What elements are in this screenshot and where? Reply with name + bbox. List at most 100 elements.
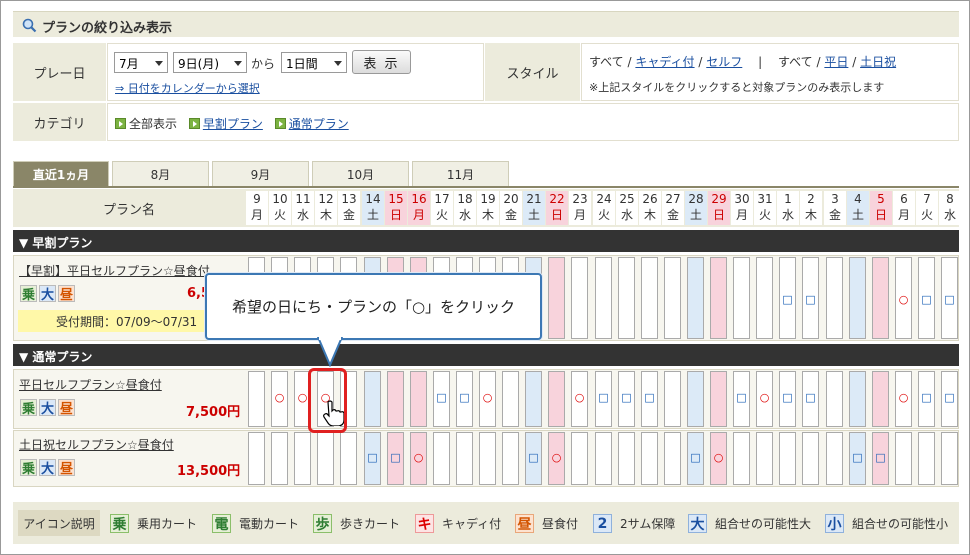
style-self-link[interactable]: セルフ bbox=[706, 55, 742, 69]
duration-select[interactable]: 1日間 bbox=[281, 52, 347, 73]
day-number: 1 bbox=[784, 192, 792, 206]
day-number: 13 bbox=[341, 192, 357, 206]
available-circle[interactable]: ○ bbox=[895, 391, 912, 404]
day-number: 14 bbox=[365, 192, 381, 206]
few-left-square[interactable]: □ bbox=[918, 391, 935, 404]
day-header: 3金 bbox=[824, 191, 846, 225]
tab-aug[interactable]: 8月 bbox=[112, 161, 209, 187]
day-header: 9月 bbox=[246, 191, 268, 225]
day-cell bbox=[387, 371, 404, 427]
legend-label: 2サム保障 bbox=[620, 517, 676, 531]
legend-label: 組合せの可能性大 bbox=[715, 517, 812, 531]
calendar-link[interactable]: ⇒ 日付をカレンダーから選択 bbox=[115, 80, 260, 96]
cat-all-link[interactable]: 全部表示 bbox=[129, 117, 177, 131]
few-left-square[interactable]: □ bbox=[525, 451, 542, 464]
day-header: 13 金 bbox=[338, 191, 360, 225]
day-cell bbox=[410, 371, 427, 427]
arrow-icon bbox=[274, 118, 286, 129]
few-left-square[interactable]: □ bbox=[802, 391, 819, 404]
few-left-square[interactable]: □ bbox=[733, 391, 750, 404]
day-cell bbox=[479, 432, 496, 485]
legend-label: 昼食付 bbox=[542, 517, 579, 531]
cat-normal-link[interactable]: 通常プラン bbox=[289, 117, 349, 131]
day-cell bbox=[364, 371, 381, 427]
style-caddie-link[interactable]: キャディ付 bbox=[635, 55, 694, 69]
legend-item: 歩歩きカート bbox=[313, 514, 400, 533]
chevron-down-icon bbox=[155, 61, 163, 66]
plan-name-link[interactable]: 【早割】平日セルフプラン☆昼食付 bbox=[19, 262, 210, 279]
available-circle[interactable]: ○ bbox=[710, 451, 727, 464]
few-left-square[interactable]: □ bbox=[641, 391, 658, 404]
day-number: 31 bbox=[757, 192, 773, 206]
day-number: 24 bbox=[596, 192, 612, 206]
play-date-label: プレー日 bbox=[13, 43, 106, 101]
day-header: 11 水 bbox=[292, 191, 314, 225]
legend-item: 小組合せの可能性小 bbox=[825, 514, 948, 533]
few-left-square[interactable]: □ bbox=[595, 391, 612, 404]
tab-recent[interactable]: 直近1ヵ月 bbox=[13, 161, 109, 187]
few-left-square[interactable]: □ bbox=[872, 451, 889, 464]
available-circle[interactable]: ○ bbox=[410, 451, 427, 464]
weekday: 月 bbox=[735, 208, 748, 222]
from-text: から bbox=[251, 57, 276, 71]
day-cell bbox=[664, 257, 681, 339]
day-cell bbox=[802, 432, 819, 485]
arrow-icon bbox=[188, 118, 200, 129]
plan-name-link[interactable]: 土日祝セルフプラン☆昼食付 bbox=[19, 436, 174, 453]
style-all-link[interactable]: すべて bbox=[589, 55, 624, 69]
few-left-square[interactable]: □ bbox=[687, 451, 704, 464]
few-left-square[interactable]: □ bbox=[387, 451, 404, 464]
day-cell bbox=[571, 257, 588, 339]
available-circle[interactable]: ○ bbox=[895, 293, 912, 306]
lunch-icon: 昼 bbox=[515, 514, 534, 533]
day-header: 7火 bbox=[916, 191, 938, 225]
day-number: 20 bbox=[503, 192, 519, 206]
riding-cart-icon: 乗 bbox=[20, 459, 37, 477]
few-left-square[interactable]: □ bbox=[779, 391, 796, 404]
style-weekday-link[interactable]: 平日 bbox=[824, 55, 848, 69]
section-early: ▼ 早割プラン bbox=[13, 230, 959, 252]
tab-sep[interactable]: 9月 bbox=[212, 161, 309, 187]
month-select[interactable]: 7月 bbox=[114, 52, 168, 73]
plan-name-link[interactable]: 平日セルフプラン☆昼食付 bbox=[19, 376, 162, 393]
few-left-square[interactable]: □ bbox=[364, 451, 381, 464]
few-left-square[interactable]: □ bbox=[779, 293, 796, 306]
available-circle[interactable]: ○ bbox=[271, 391, 288, 404]
day-cell bbox=[918, 432, 935, 485]
day-number: 28 bbox=[688, 192, 704, 206]
few-left-square[interactable]: □ bbox=[941, 293, 958, 306]
day-number: 16 bbox=[411, 192, 427, 206]
weekday: 火 bbox=[435, 208, 448, 222]
reception-period: 受付期間：07/09〜07/31 bbox=[18, 310, 228, 332]
riding-cart-icon: 乗 bbox=[110, 514, 129, 533]
day-header: 12 木 bbox=[315, 191, 337, 225]
tab-nov[interactable]: 11月 bbox=[412, 161, 509, 187]
day-cell bbox=[548, 371, 565, 427]
few-left-square[interactable]: □ bbox=[918, 293, 935, 306]
few-left-square[interactable]: □ bbox=[618, 391, 635, 404]
available-circle[interactable]: ○ bbox=[756, 391, 773, 404]
few-left-square[interactable]: □ bbox=[802, 293, 819, 306]
show-button[interactable]: 表 示 bbox=[352, 50, 411, 74]
style-all2-link[interactable]: すべて bbox=[778, 55, 813, 69]
chevron-down-icon bbox=[234, 61, 242, 66]
day-header: 30 月 bbox=[731, 191, 753, 225]
available-circle[interactable]: ○ bbox=[548, 451, 565, 464]
day-select[interactable]: 9日(月) bbox=[173, 52, 247, 73]
cat-early-link[interactable]: 早割プラン bbox=[203, 117, 263, 131]
tab-oct[interactable]: 10月 bbox=[312, 161, 409, 187]
lunch-icon: 昼 bbox=[58, 399, 75, 417]
weekday: 木 bbox=[804, 208, 817, 222]
high-pairing-icon: 大 bbox=[39, 285, 56, 303]
lunch-icon: 昼 bbox=[58, 459, 75, 477]
few-left-square[interactable]: □ bbox=[941, 391, 958, 404]
few-left-square[interactable]: □ bbox=[433, 391, 450, 404]
style-holiday-link[interactable]: 土日祝 bbox=[860, 55, 896, 69]
available-circle[interactable]: ○ bbox=[479, 391, 496, 404]
available-circle[interactable]: ○ bbox=[571, 391, 588, 404]
few-left-square[interactable]: □ bbox=[456, 391, 473, 404]
plan-icons: 乗大昼 bbox=[20, 399, 77, 417]
day-number: 2 bbox=[807, 192, 815, 206]
day-header: 1水 bbox=[777, 191, 799, 225]
few-left-square[interactable]: □ bbox=[849, 451, 866, 464]
